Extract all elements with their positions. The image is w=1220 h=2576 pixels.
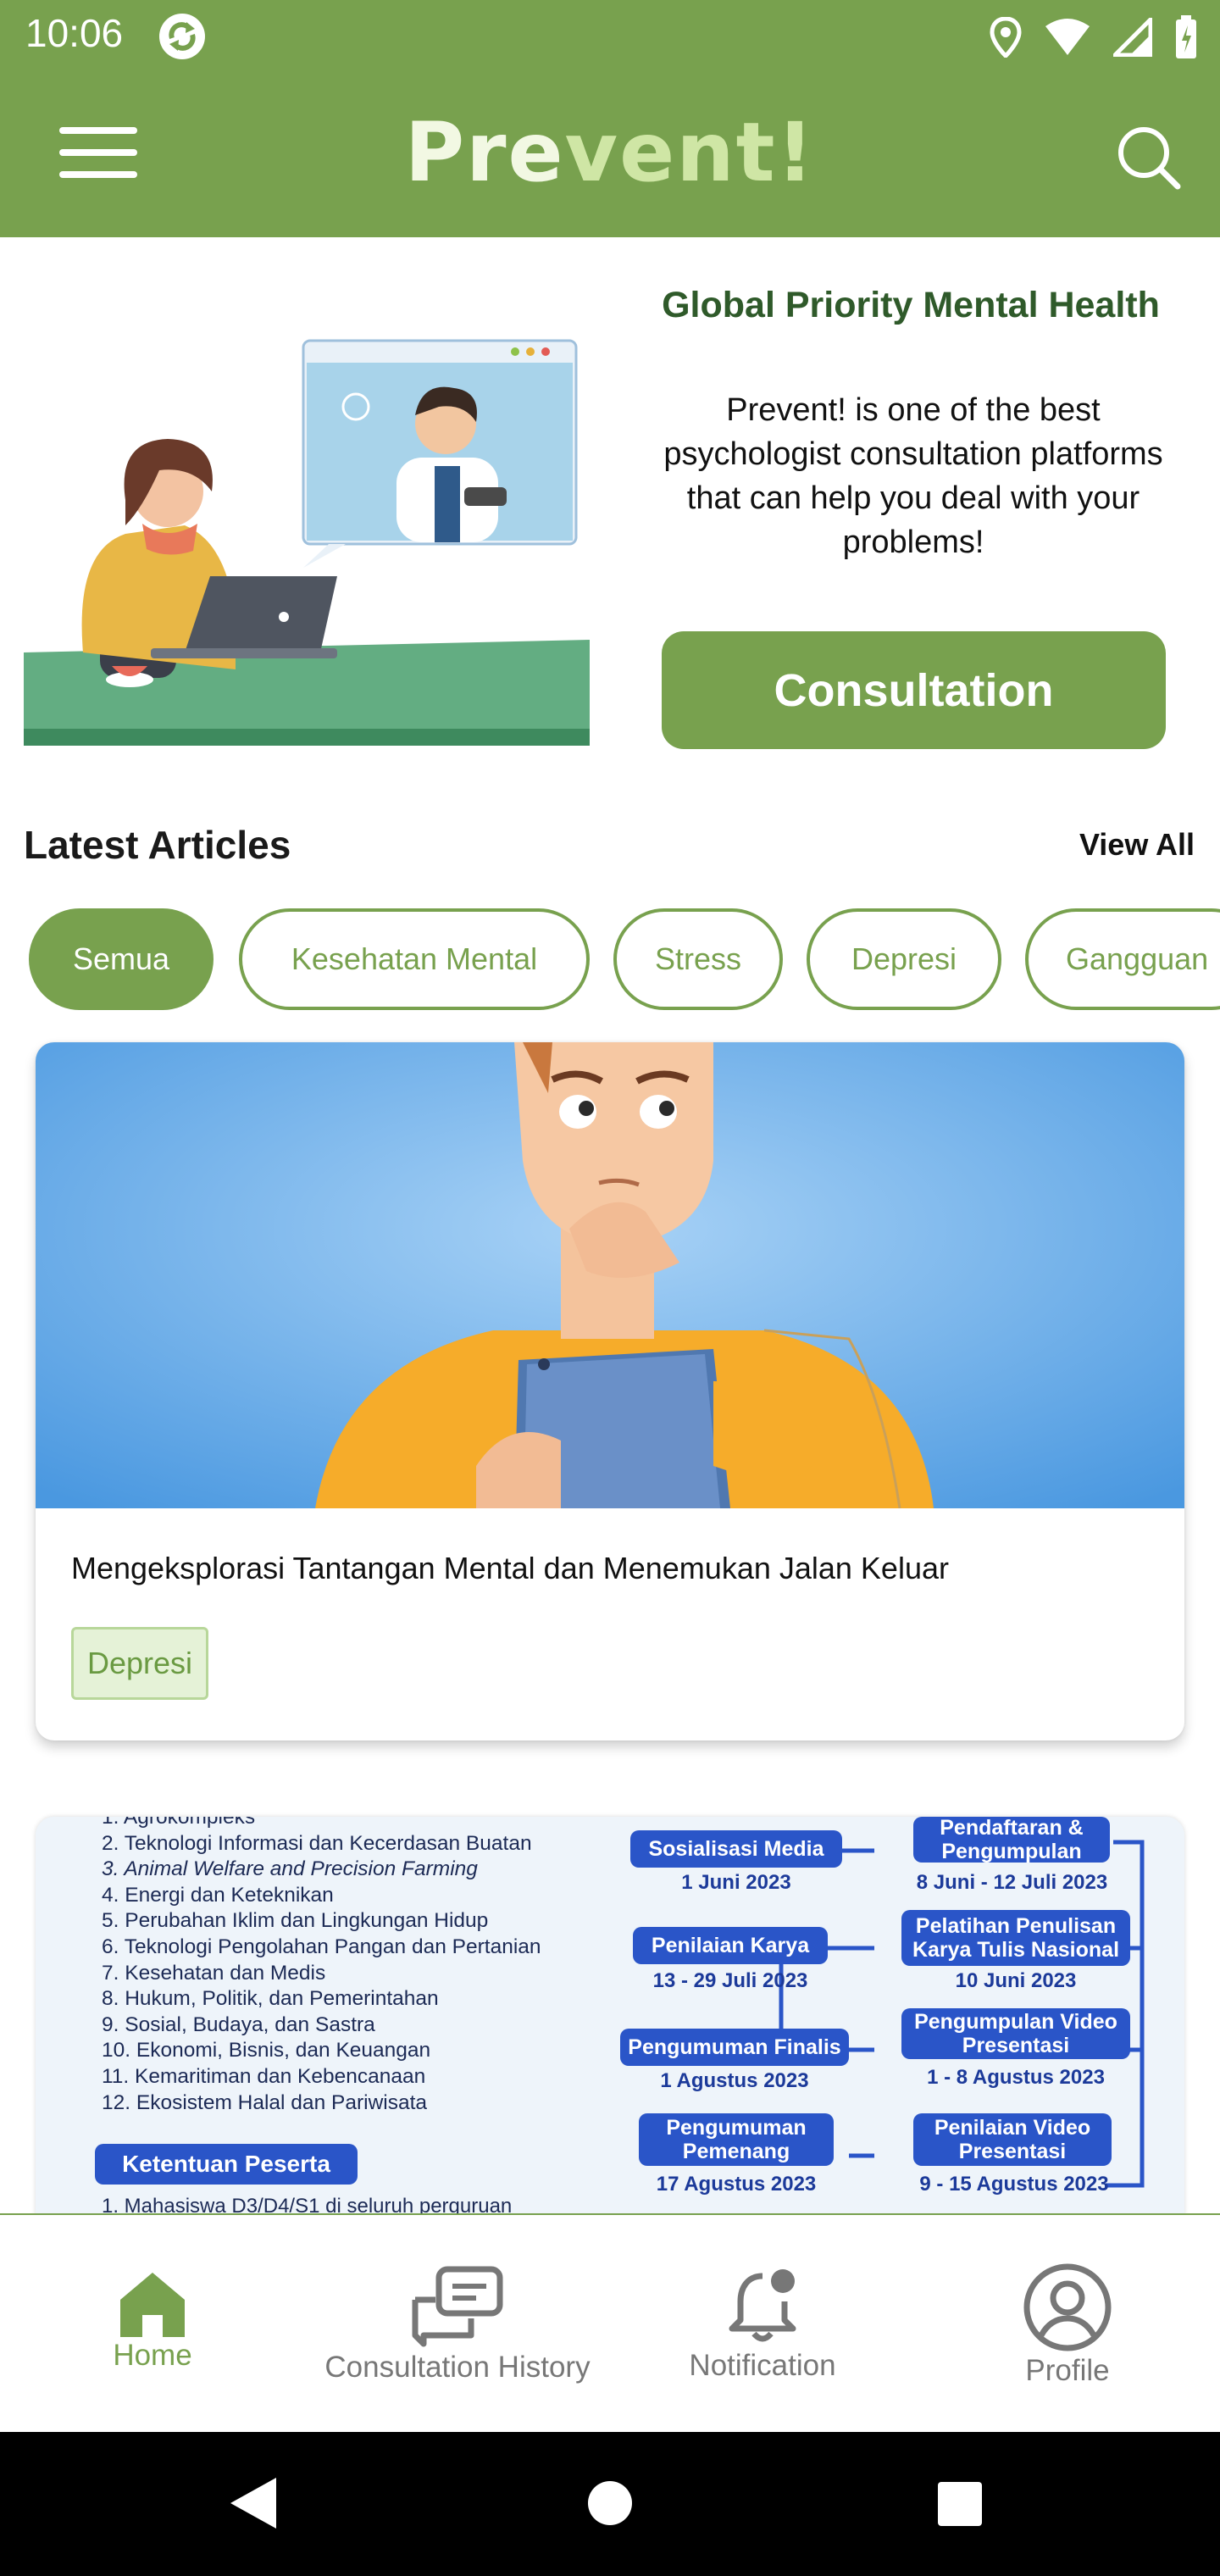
poster-list-item: 10. Ekonomi, Bisnis, dan Keuangan	[102, 2039, 431, 2062]
nav-label: Home	[113, 2339, 192, 2372]
timeline-date: 8 Juni - 12 Juli 2023	[916, 1871, 1108, 1894]
timeline-box: Pelatihan Penulisan Karya Tulis Nasional	[901, 1910, 1130, 1966]
section-title-latest-articles: Latest Articles	[24, 823, 291, 867]
menu-button[interactable]	[56, 119, 141, 186]
profile-icon	[1023, 2263, 1112, 2351]
chip-stress[interactable]: Stress	[613, 908, 783, 1010]
search-icon[interactable]	[1115, 124, 1183, 192]
battery-icon	[1176, 15, 1196, 58]
consultation-button[interactable]: Consultation	[662, 631, 1166, 749]
status-bar: 10:06	[0, 0, 1220, 75]
poster-list-item: 2. Teknologi Informasi dan Kecerdasan Bu…	[102, 1831, 532, 1855]
article-tag: Depresi	[71, 1627, 209, 1700]
poster-list-item: 9. Sosial, Budaya, dan Sastra	[102, 2012, 375, 2036]
article-image	[36, 1042, 1184, 1508]
chip-depresi[interactable]: Depresi	[807, 908, 1001, 1010]
nav-profile[interactable]: Profile	[966, 2215, 1169, 2434]
poster-list-item: 8. Hukum, Politik, dan Pemerintahan	[102, 1987, 439, 2011]
article-card[interactable]: Mengeksplorasi Tantangan Mental dan Mene…	[36, 1042, 1184, 1740]
nav-label: Notification	[689, 2349, 836, 2382]
timeline-date: 10 Juni 2023	[955, 1969, 1077, 1992]
timeline-box: Pengumuman Finalis	[620, 2029, 849, 2066]
wifi-icon	[1045, 19, 1090, 55]
timeline-date: 1 - 8 Agustus 2023	[927, 2066, 1105, 2089]
poster-list-item: 3. Animal Welfare and Precision Farming	[102, 1857, 478, 1881]
article-title: Mengeksplorasi Tantangan Mental dan Mene…	[71, 1551, 949, 1585]
nav-home[interactable]: Home	[68, 2215, 237, 2434]
timeline-box: Penilaian Karya	[633, 1927, 828, 1964]
chat-history-icon	[412, 2266, 503, 2347]
chip-semua[interactable]: Semua	[29, 908, 214, 1010]
chip-gangguan[interactable]: Gangguan	[1025, 908, 1220, 1010]
nav-label: Profile	[1025, 2354, 1110, 2387]
nav-label: Consultation History	[324, 2351, 591, 2384]
hero-illustration	[24, 339, 590, 746]
status-icons	[990, 14, 1198, 61]
app-header: 10:06 Prevent!	[0, 0, 1220, 237]
category-chips: Semua Kesehatan Mental Stress Depresi Ga…	[29, 908, 1220, 1012]
timeline-box: Penilaian Video Presentasi	[913, 2113, 1112, 2166]
poster-topic-list: 1. Agrokompleks 2. Teknologi Informasi d…	[102, 1817, 644, 2116]
status-time: 10:06	[25, 11, 124, 55]
poster-list-item: 5. Perubahan Iklim dan Lingkungan Hidup	[102, 1909, 489, 1933]
hero-title: Global Priority Mental Health	[662, 285, 1160, 325]
back-icon[interactable]	[227, 2476, 278, 2530]
timeline-box: Pendaftaran & Pengumpulan	[913, 1817, 1110, 1863]
bottom-navigation: Home Consultation History Notification P…	[0, 2213, 1220, 2432]
poster-list-item: 4. Energi dan Keteknikan	[102, 1883, 334, 1907]
poster-list-item: 6. Teknologi Pengolahan Pangan dan Perta…	[102, 1935, 541, 1958]
poster-list-item: 7. Kesehatan dan Medis	[102, 1961, 326, 1985]
app-bar: Prevent!	[0, 75, 1220, 237]
timeline-date: 13 - 29 Juli 2023	[652, 1969, 808, 1992]
home-circle-icon[interactable]	[586, 2479, 634, 2527]
location-icon	[990, 17, 1022, 58]
system-navigation-bar	[0, 2432, 1220, 2576]
hero-description: Prevent! is one of the best psychologist…	[663, 392, 1163, 560]
bell-icon	[729, 2269, 796, 2342]
poster-subheading: Ketentuan Peserta	[95, 2144, 358, 2185]
signal-icon	[1113, 18, 1152, 57]
nav-notification[interactable]: Notification	[661, 2215, 864, 2434]
poster-list-item: 12. Ekosistem Halal dan Pariwisata	[102, 2090, 428, 2114]
poster-list-item: 11. Kemaritiman dan Kebencanaan	[102, 2064, 426, 2088]
timeline-box: Pengumpulan Video Presentasi	[901, 2008, 1130, 2059]
timeline-date: 1 Juni 2023	[681, 1871, 791, 1894]
recents-icon[interactable]	[937, 2481, 983, 2527]
home-icon	[120, 2273, 185, 2337]
poster-list-item: 1. Agrokompleks	[102, 1817, 256, 1829]
timeline-date: 9 - 15 Agustus 2023	[919, 2173, 1109, 2196]
view-all-link[interactable]: View All	[1079, 827, 1195, 863]
timeline-box: Pengumuman Pemenang	[639, 2113, 834, 2166]
sync-icon	[159, 14, 205, 59]
article-card-poster[interactable]: 1. Agrokompleks 2. Teknologi Informasi d…	[36, 1817, 1184, 2215]
poster-last-line: 1. Mahasiswa D3/D4/S1 di seluruh perguru…	[102, 2195, 513, 2215]
menu-icon	[59, 127, 137, 134]
timeline-box: Sosialisasi Media	[630, 1830, 842, 1868]
timeline-date: 1 Agustus 2023	[660, 2069, 809, 2092]
chip-kesehatan-mental[interactable]: Kesehatan Mental	[239, 908, 590, 1010]
timeline-date: 17 Agustus 2023	[656, 2173, 817, 2196]
nav-consultation-history[interactable]: Consultation History	[313, 2215, 602, 2434]
app-logo-title: Prevent!	[404, 105, 816, 200]
